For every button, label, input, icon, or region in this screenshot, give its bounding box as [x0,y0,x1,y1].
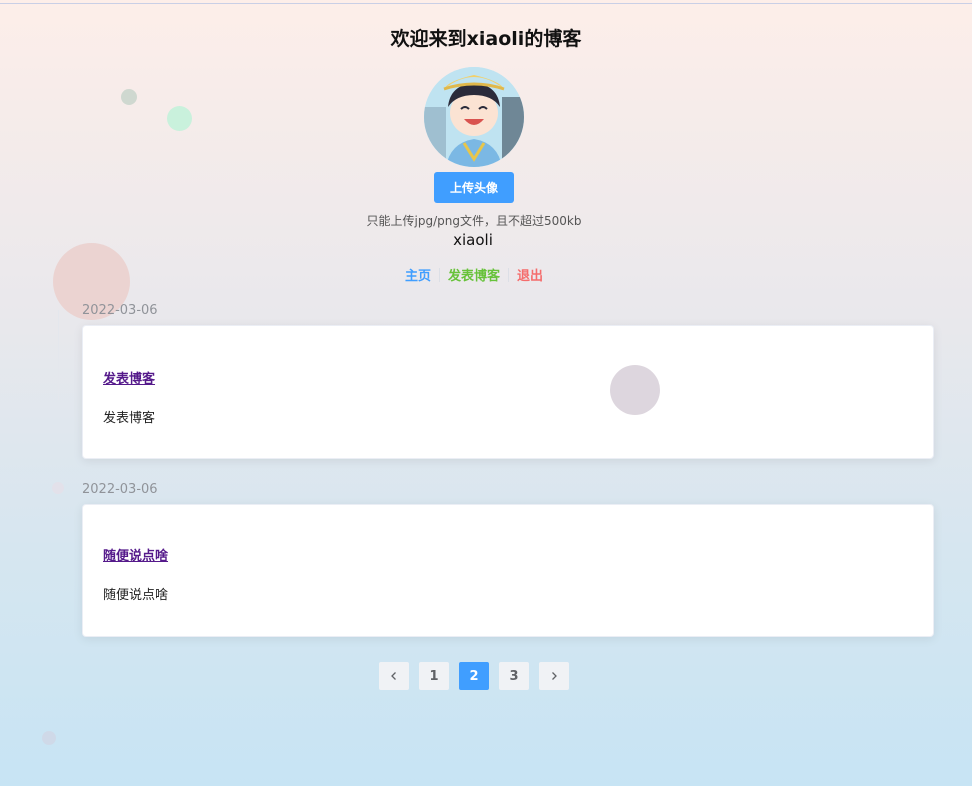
username: xiaoli [453,231,493,249]
prev-page-button[interactable] [379,662,409,690]
post-card: 发表博客 发表博客 [82,325,934,459]
avatar-image [424,67,524,167]
post-title-link[interactable]: 发表博客 [103,368,155,387]
page-button-2[interactable]: 2 [459,662,489,690]
nav-divider [508,267,509,282]
chevron-right-icon [552,672,557,680]
page-button-1[interactable]: 1 [419,662,449,690]
chevron-left-icon [391,672,396,680]
post-content: 随便说点啥 [103,588,169,603]
post-date: 2022-03-06 [82,303,158,318]
main-nav: 主页 发表博客 退出 [0,265,948,284]
top-divider [0,3,972,4]
upload-avatar-button[interactable]: 上传头像 [434,172,514,203]
page-title: 欢迎来到xiaoli的博客 [390,28,582,50]
page-button-3[interactable]: 3 [499,662,529,690]
pagination: 1 2 3 [379,662,569,690]
post-date: 2022-03-06 [82,482,158,497]
upload-tip: 只能上传jpg/png文件，且不超过500kb [366,214,582,228]
decor-bubble [610,365,660,415]
decor-bubble [42,731,56,745]
post-title-link[interactable]: 随便说点啥 [103,545,168,564]
post-card: 随便说点啥 随便说点啥 [82,504,934,637]
avatar[interactable] [424,67,524,167]
nav-home-link[interactable]: 主页 [405,265,431,284]
post-content: 发表博客 [103,411,156,426]
nav-logout-link[interactable]: 退出 [517,265,543,284]
next-page-button[interactable] [539,662,569,690]
decor-bubble [121,89,137,105]
nav-divider [438,267,440,282]
nav-post-link[interactable]: 发表博客 [448,265,500,284]
decor-bubble [167,106,192,131]
decor-bubble [52,482,64,494]
timeline-line [58,310,59,400]
